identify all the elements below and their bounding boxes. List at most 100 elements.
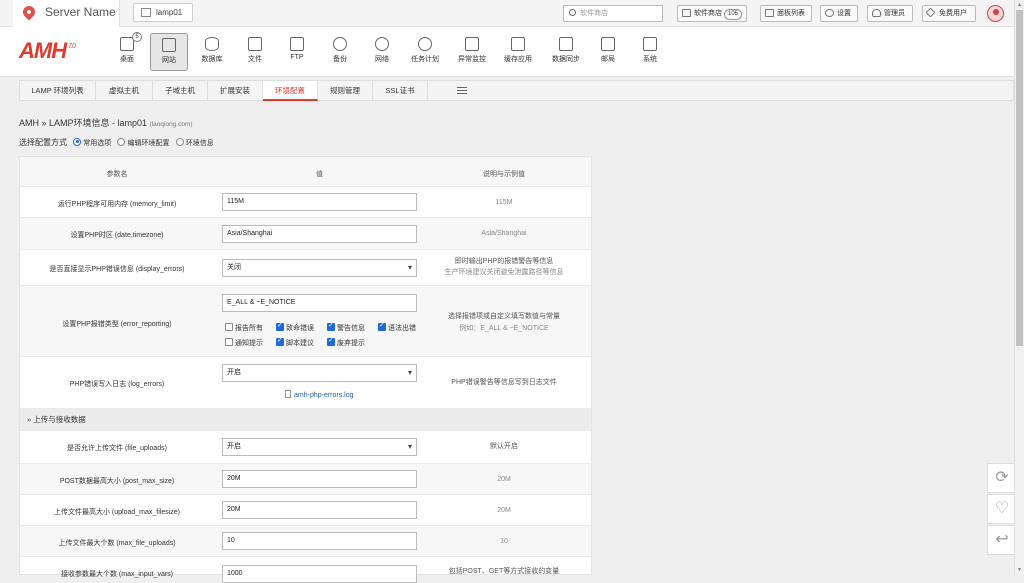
backup-clock-icon	[333, 37, 347, 51]
table-row: 上传文件最高大小 (upload_max_filesize) 20M 20M	[20, 495, 591, 526]
panel-icon	[765, 9, 774, 17]
nav-label: 数据库	[201, 56, 223, 63]
search-input[interactable]: 软件商店	[563, 5, 663, 22]
nav-desktop[interactable]: 5 桌面	[108, 32, 146, 71]
nav-monitor[interactable]: 异常监控	[453, 33, 491, 71]
timezone-input[interactable]: Asia/Shanghai	[222, 225, 417, 243]
param-desc: 默认开启	[490, 443, 518, 450]
nav-label: 网络	[375, 56, 389, 63]
nav-database[interactable]: 数据库	[193, 33, 231, 71]
param-name: 接收参数最大个数 (max_input_vars)	[60, 571, 174, 578]
database-icon	[205, 37, 219, 51]
tab-rules[interactable]: 规则管理	[318, 81, 373, 101]
radio-common-options[interactable]	[73, 137, 82, 146]
file-uploads-select[interactable]: 开启	[222, 438, 417, 456]
free-user-button[interactable]: 免费用户	[922, 5, 976, 22]
log-file-link[interactable]: amh-php-errors.log	[285, 390, 354, 399]
table-header: 参数名 值 说明与示例值	[20, 157, 591, 187]
nav-label: FTP	[290, 54, 304, 61]
lamp-tab[interactable]: lamp01	[133, 3, 193, 22]
more-menu-icon[interactable]	[457, 87, 467, 94]
search-icon	[569, 9, 576, 16]
error-reporting-input[interactable]: E_ALL & ~E_NOTICE	[222, 294, 417, 312]
free-user-label: 免费用户	[939, 10, 967, 17]
scrollbar-thumb[interactable]	[1016, 10, 1023, 346]
vertical-scrollbar[interactable]: ▲ ▼	[1014, 0, 1024, 575]
back-icon[interactable]: ↩	[987, 525, 1017, 555]
amh-logo[interactable]: AMH 7.0	[19, 38, 76, 64]
param-desc: PHP错误警告等信息写到日志文件	[451, 379, 557, 386]
admin-button[interactable]: 管理员	[867, 5, 913, 22]
alert-monitor-icon	[465, 37, 479, 51]
radio-edit-config[interactable]	[117, 137, 126, 146]
refresh-icon[interactable]: ⟳	[987, 463, 1017, 493]
config-mode-selector: 选择配置方式 常用选项 编辑环境配置 环境信息	[19, 137, 214, 148]
nav-cron[interactable]: 任务计划	[406, 33, 444, 71]
table-row: 是否直接显示PHP错误信息 (display_errors) 关闭 即时输出PH…	[20, 250, 591, 286]
nav-label: 网站	[162, 57, 176, 64]
display-errors-select[interactable]: 关闭	[222, 259, 417, 277]
nav-files[interactable]: 文件	[236, 33, 274, 71]
nav-mail[interactable]: 邮局	[589, 33, 627, 71]
scroll-down-arrow-icon[interactable]: ▼	[1017, 567, 1022, 573]
checkbox-fatal[interactable]	[276, 321, 284, 332]
scroll-up-arrow-icon[interactable]: ▲	[1017, 2, 1022, 8]
avatar[interactable]	[987, 5, 1004, 22]
sub-tabs: LAMP 环境列表 虚拟主机 子域主机 扩展安装 环境配置 规则管理 SSL证书	[19, 80, 1014, 101]
memory-limit-input[interactable]: 115M	[222, 193, 417, 211]
post-max-size-input[interactable]: 20M	[222, 470, 417, 488]
nav-system[interactable]: 系统	[631, 33, 669, 71]
nav-backup[interactable]: 备份	[321, 33, 359, 71]
ftp-icon	[290, 37, 304, 51]
nav-sync[interactable]: 数据同步	[547, 33, 585, 71]
tab-virtual-host[interactable]: 虚拟主机	[96, 81, 153, 101]
checkbox-deprecated[interactable]	[327, 336, 335, 347]
checkbox-strict[interactable]	[276, 336, 284, 347]
checkbox-warning[interactable]	[327, 321, 335, 332]
checkbox-label: 脚本建议	[286, 340, 314, 347]
checkbox-syntax[interactable]	[378, 321, 386, 332]
max-input-vars-input[interactable]: 1000	[222, 565, 417, 583]
tab-lamp-list[interactable]: LAMP 环境列表	[20, 81, 96, 101]
panel-list-button[interactable]: 面板列表	[760, 5, 812, 22]
max-file-uploads-input[interactable]: 10	[222, 532, 417, 550]
nav-cache[interactable]: 缓存应用	[499, 33, 537, 71]
location-pin-icon	[20, 3, 38, 21]
server-selector[interactable]: Server Name	[13, 0, 120, 27]
checkbox-label: 警告信息	[337, 325, 365, 332]
param-desc: 115M	[495, 199, 513, 206]
tab-subdomain-host[interactable]: 子域主机	[153, 81, 208, 101]
header-param: 参数名	[106, 171, 128, 178]
top-bar: Server Name lamp01 软件商店 软件商店 105 面板列表 设置 …	[0, 0, 1014, 27]
nav-label: 异常监控	[458, 56, 486, 63]
logo-version: 7.0	[68, 43, 76, 50]
header-desc: 说明与示例值	[483, 171, 525, 178]
tab-extensions[interactable]: 扩展安装	[208, 81, 263, 101]
nav-ftp[interactable]: FTP	[278, 33, 316, 71]
settings-button[interactable]: 设置	[820, 5, 858, 22]
heart-icon[interactable]: ♡	[987, 494, 1017, 524]
param-name: 上传文件最高大小 (upload_max_filesize)	[53, 509, 181, 516]
table-row: 运行PHP程序可用内存 (memory_limit) 115M 115M	[20, 187, 591, 218]
file-icon	[285, 390, 291, 398]
table-row: 设置PHP时区 (date.timezone) Asia/Shanghai As…	[20, 218, 591, 250]
tab-env-config[interactable]: 环境配置	[263, 81, 318, 101]
table-row: 设置PHP报错类型 (error_reporting) E_ALL & ~E_N…	[20, 286, 591, 357]
param-desc: 即时输出PHP的报错警告等信息	[454, 258, 554, 265]
param-desc: 20M	[497, 476, 511, 483]
log-errors-select[interactable]: 开启	[222, 364, 417, 382]
upload-max-filesize-input[interactable]: 20M	[222, 501, 417, 519]
checkbox-report-all[interactable]	[225, 323, 233, 332]
software-store-button[interactable]: 软件商店 105	[677, 5, 747, 22]
breadcrumb-text: AMH » LAMP环境信息 - lamp01	[19, 118, 148, 128]
nav-network[interactable]: 网络	[363, 33, 401, 71]
param-name: 设置PHP时区 (date.timezone)	[70, 232, 164, 239]
config-table: 参数名 值 说明与示例值 运行PHP程序可用内存 (memory_limit) …	[19, 156, 592, 583]
tab-ssl[interactable]: SSL证书	[373, 81, 428, 101]
section-upload-header: » 上传与接收数据	[20, 409, 591, 431]
nav-website[interactable]: 网站	[150, 33, 188, 71]
logo-text: AMH	[19, 38, 67, 63]
radio-env-info[interactable]	[175, 137, 184, 146]
checkbox-notice[interactable]	[225, 338, 233, 347]
diamond-icon	[925, 7, 936, 18]
